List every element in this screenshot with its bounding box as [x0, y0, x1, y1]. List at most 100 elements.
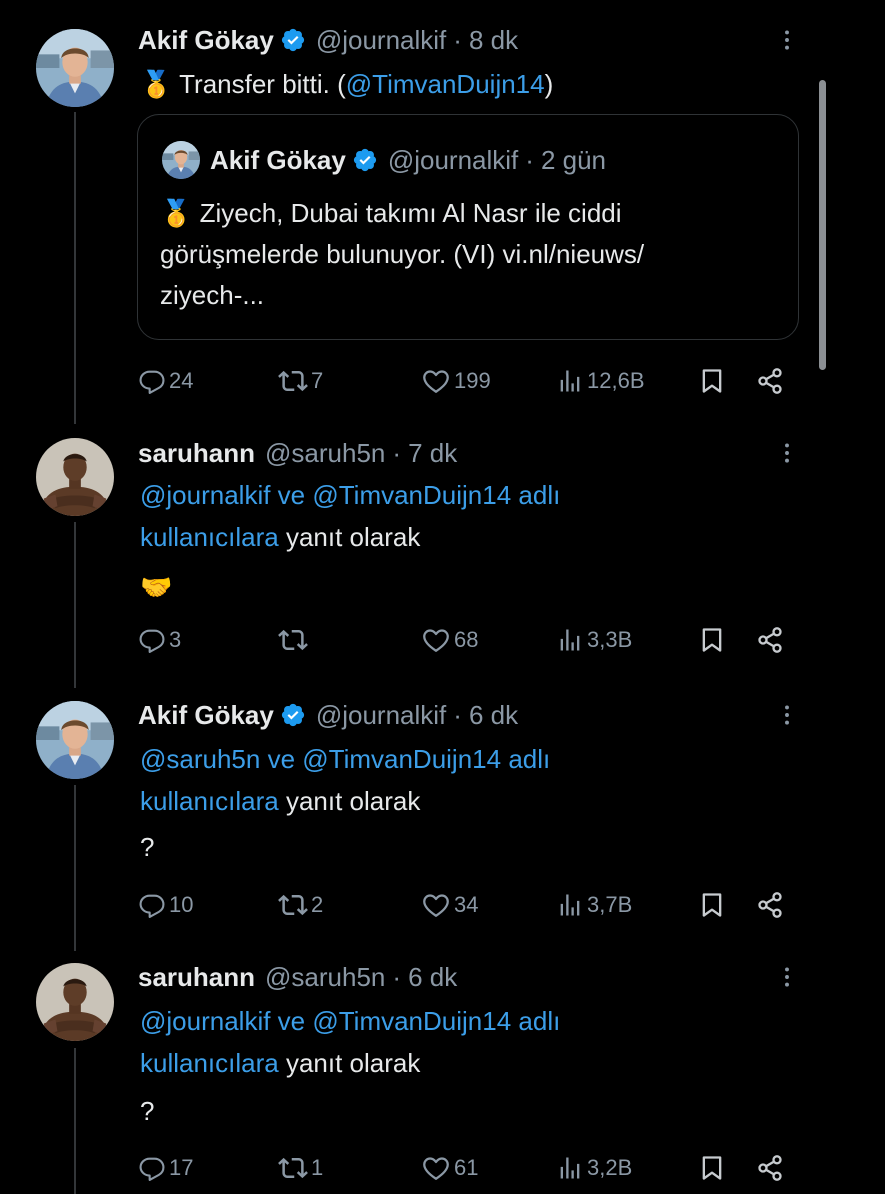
retweet-icon: [278, 625, 308, 655]
action-bar: 24 7 199 12,6B: [138, 365, 798, 397]
quoted-tweet[interactable]: Akif Gökay @journalkif · 2 gün 🥇 Ziyech,…: [137, 114, 799, 340]
quote-line: görüşmelerde bulunuyor. (VI) vi.nl/nieuw…: [160, 239, 645, 269]
tweet-header: Akif Gökay @journalkif · 6 dk: [138, 696, 518, 734]
reply-button[interactable]: 10: [138, 889, 193, 921]
like-button[interactable]: 68: [421, 624, 478, 656]
bookmark-icon[interactable]: [698, 624, 726, 656]
author-name: Akif Gökay: [210, 144, 346, 175]
reply-users-link[interactable]: kullanıcılara: [140, 522, 279, 552]
more-icon[interactable]: [772, 438, 802, 468]
views-icon: [556, 626, 584, 654]
avatar[interactable]: [36, 963, 114, 1041]
reply-users-link[interactable]: kullanıcılara: [140, 786, 279, 816]
views-icon: [556, 891, 584, 919]
author-handle: @journalkif: [387, 144, 519, 175]
avatar[interactable]: [36, 438, 114, 516]
reply-count: 17: [169, 1155, 194, 1180]
quote-text: 🥇 Ziyech, Dubai takımı Al Nasr ile ciddi…: [160, 193, 644, 316]
views-button[interactable]: 3,7B: [556, 889, 632, 921]
quote-line: 🥇 Ziyech, Dubai takımı Al Nasr ile ciddi: [160, 198, 622, 228]
tweet-header: saruhann @saruh5n · 7 dk: [138, 434, 457, 472]
bookmark-icon[interactable]: [698, 1152, 726, 1184]
like-icon: [421, 625, 451, 655]
thread-line: [74, 785, 76, 951]
more-icon[interactable]: [772, 25, 802, 55]
author-name[interactable]: Akif Gökay: [138, 25, 274, 56]
reply-count: 24: [169, 368, 194, 393]
timestamp: 2 gün: [540, 144, 607, 175]
share-icon[interactable]: [756, 1152, 784, 1184]
action-bar: 3 68 3,3B: [138, 624, 798, 656]
reply-count: 10: [169, 892, 194, 917]
tweet-text: 🤝: [140, 572, 173, 602]
verified-badge-icon: [280, 702, 306, 728]
author-name[interactable]: saruhann: [138, 962, 255, 993]
tweet-text: ?: [140, 832, 155, 862]
reply-button[interactable]: 24: [138, 365, 193, 397]
timestamp[interactable]: 8 dk: [469, 25, 518, 56]
reply-mentions[interactable]: @saruh5n ve @TimvanDuijn14 adlı: [140, 738, 550, 780]
reply-context-label: yanıt olarak: [278, 786, 421, 816]
views-button[interactable]: 3,2B: [556, 1152, 632, 1184]
retweet-count: 2: [311, 892, 324, 917]
retweet-button[interactable]: 1: [278, 1152, 323, 1184]
like-count: 34: [454, 892, 479, 917]
quote-line: ziyech-...: [160, 280, 265, 310]
tweet-text: 🥇 Transfer bitti. (@TimvanDuijn14): [140, 63, 553, 105]
share-icon[interactable]: [756, 365, 784, 397]
like-icon: [421, 890, 451, 920]
author-handle[interactable]: @saruh5n: [265, 438, 385, 469]
retweet-button[interactable]: 2: [278, 889, 323, 921]
avatar[interactable]: [36, 701, 114, 779]
reply-icon: [138, 891, 166, 919]
like-button[interactable]: 199: [421, 365, 491, 397]
more-icon[interactable]: [772, 700, 802, 730]
like-icon: [421, 1153, 451, 1183]
reply-icon: [138, 367, 166, 395]
timestamp[interactable]: 6 dk: [408, 962, 457, 993]
mention-link[interactable]: @TimvanDuijn14: [346, 69, 545, 99]
bookmark-icon[interactable]: [698, 889, 726, 921]
author-handle[interactable]: @journalkif: [316, 700, 446, 731]
bookmark-icon[interactable]: [698, 365, 726, 397]
like-icon: [421, 366, 451, 396]
view-count: 3,2B: [587, 1155, 633, 1180]
reply-button[interactable]: 3: [138, 624, 181, 656]
reply-mentions[interactable]: @journalkif ve @TimvanDuijn14 adlı: [140, 1000, 560, 1042]
text-prefix: 🥇 Transfer bitti. (: [140, 69, 346, 99]
reply-users-link[interactable]: kullanıcılara: [140, 1048, 279, 1078]
more-icon[interactable]: [772, 962, 802, 992]
like-count: 61: [454, 1155, 479, 1180]
retweet-count: 1: [311, 1155, 324, 1180]
like-button[interactable]: 61: [421, 1152, 478, 1184]
reply-context-label: yanıt olarak: [278, 522, 421, 552]
verified-badge-icon: [352, 147, 378, 173]
retweet-button[interactable]: [278, 624, 311, 656]
author-name[interactable]: saruhann: [138, 438, 255, 469]
reply-context: @saruh5n ve @TimvanDuijn14 adlı kullanıc…: [140, 738, 550, 822]
views-button[interactable]: 3,3B: [556, 624, 632, 656]
action-bar: 10 2 34 3,7B: [138, 889, 798, 921]
share-icon[interactable]: [756, 889, 784, 921]
views-button[interactable]: 12,6B: [556, 365, 645, 397]
author-handle[interactable]: @saruh5n: [265, 962, 385, 993]
avatar: [162, 141, 200, 179]
like-count: 199: [454, 368, 491, 393]
reply-count: 3: [169, 627, 182, 652]
like-button[interactable]: 34: [421, 889, 478, 921]
retweet-icon: [278, 1153, 308, 1183]
retweet-count: 7: [311, 368, 324, 393]
view-count: 3,7B: [587, 892, 633, 917]
timestamp[interactable]: 6 dk: [469, 700, 518, 731]
reply-mentions[interactable]: @journalkif ve @TimvanDuijn14 adlı: [140, 474, 560, 516]
author-name[interactable]: Akif Gökay: [138, 700, 274, 731]
timestamp[interactable]: 7 dk: [408, 438, 457, 469]
like-count: 68: [454, 627, 479, 652]
retweet-button[interactable]: 7: [278, 365, 323, 397]
avatar[interactable]: [36, 29, 114, 107]
author-handle[interactable]: @journalkif: [316, 25, 446, 56]
scrollbar[interactable]: [819, 80, 826, 370]
reply-button[interactable]: 17: [138, 1152, 193, 1184]
view-count: 3,3B: [587, 627, 633, 652]
share-icon[interactable]: [756, 624, 784, 656]
